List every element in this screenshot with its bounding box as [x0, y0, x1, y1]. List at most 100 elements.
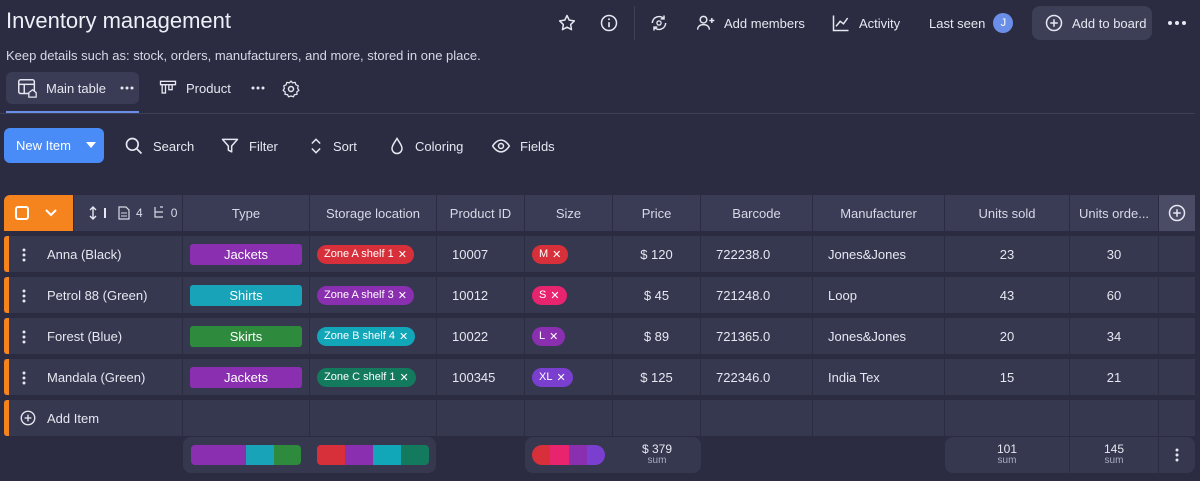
barcode-cell[interactable]: 722238.0: [701, 236, 813, 272]
storage-location-cell[interactable]: Zone B shelf 4 ✕: [310, 318, 437, 354]
add-members-button[interactable]: Add members: [696, 8, 805, 38]
remove-tag-icon[interactable]: ✕: [399, 330, 408, 343]
empty-cell: [310, 400, 437, 436]
table-row[interactable]: Forest (Blue) Skirts Zone B shelf 4 ✕ 100…: [4, 318, 1195, 354]
remove-tag-icon[interactable]: ✕: [556, 371, 565, 384]
units-ordered-cell[interactable]: 34: [1070, 318, 1159, 354]
search-label: Search: [153, 138, 195, 154]
manufacturer-cell[interactable]: India Tex: [813, 359, 945, 395]
item-name[interactable]: Petrol 88 (Green): [47, 277, 183, 313]
page-title: Inventory management: [6, 8, 232, 33]
size-cell[interactable]: L ✕: [525, 318, 613, 354]
units-ordered-cell[interactable]: 60: [1070, 277, 1159, 313]
product-id-cell[interactable]: 100345: [437, 359, 525, 395]
column-header-product-id[interactable]: Product ID: [437, 195, 525, 231]
summary-type-location[interactable]: [183, 437, 436, 473]
remove-tag-icon[interactable]: ✕: [549, 330, 558, 343]
remove-tag-icon[interactable]: ✕: [398, 248, 407, 261]
barcode-cell[interactable]: 722346.0: [701, 359, 813, 395]
storage-location-cell[interactable]: Zone A shelf 1 ✕: [310, 236, 437, 272]
units-sold-cell[interactable]: 15: [945, 359, 1070, 395]
column-header-price[interactable]: Price: [613, 195, 701, 231]
coloring-button[interactable]: Coloring: [388, 135, 463, 157]
size-cell[interactable]: XL ✕: [525, 359, 613, 395]
add-item-row[interactable]: Add Item: [4, 400, 1195, 436]
units-ordered-cell[interactable]: 30: [1070, 236, 1159, 272]
storage-location-cell[interactable]: Zone C shelf 1 ✕: [310, 359, 437, 395]
settings-gear-icon[interactable]: [280, 78, 302, 100]
sum-label: sum: [997, 455, 1017, 466]
price-cell[interactable]: $ 120: [613, 236, 701, 272]
column-header-units-sold[interactable]: Units sold: [945, 195, 1070, 231]
price-cell[interactable]: $ 125: [613, 359, 701, 395]
tab-product[interactable]: Product: [158, 72, 265, 104]
more-options-icon[interactable]: [1166, 12, 1188, 34]
column-header-type[interactable]: Type: [183, 195, 310, 231]
filter-icon: [221, 138, 239, 153]
caret-down-icon: [86, 142, 96, 148]
units-sold-cell[interactable]: 43: [945, 277, 1070, 313]
remove-tag-icon[interactable]: ✕: [552, 248, 561, 261]
empty-cell: [525, 400, 613, 436]
column-header-size[interactable]: Size: [525, 195, 613, 231]
barcode-cell[interactable]: 721365.0: [701, 318, 813, 354]
filter-button[interactable]: Filter: [220, 135, 278, 157]
column-header-manufacturer[interactable]: Manufacturer: [813, 195, 945, 231]
table-row[interactable]: Mandala (Green) Jackets Zone C shelf 1 ✕ …: [4, 359, 1195, 395]
storage-location-cell[interactable]: Zone A shelf 3 ✕: [310, 277, 437, 313]
new-item-button[interactable]: New Item: [4, 128, 104, 163]
tab-main-table[interactable]: Main table: [6, 72, 139, 104]
item-name[interactable]: Anna (Black): [47, 236, 183, 272]
fields-button[interactable]: Fields: [491, 135, 555, 157]
add-to-board-button[interactable]: Add to board: [1032, 6, 1152, 40]
table-row[interactable]: Anna (Black) Jackets Zone A shelf 1 ✕ 100…: [4, 236, 1195, 272]
item-name[interactable]: Mandala (Green): [47, 359, 183, 395]
size-cell[interactable]: S ✕: [525, 277, 613, 313]
units-sold-sum: 101 sum: [945, 437, 1070, 473]
price-cell[interactable]: $ 45: [613, 277, 701, 313]
item-name[interactable]: Forest (Blue): [47, 318, 183, 354]
barcode-cell[interactable]: 721248.0: [701, 277, 813, 313]
add-item-button[interactable]: Add Item: [19, 400, 183, 436]
table-home-icon: [18, 79, 37, 98]
star-icon[interactable]: [556, 12, 578, 34]
size-cell[interactable]: M ✕: [525, 236, 613, 272]
table-row[interactable]: Petrol 88 (Green) Shirts Zone A shelf 3 ✕…: [4, 277, 1195, 313]
remove-tag-icon[interactable]: ✕: [400, 371, 409, 384]
search-button[interactable]: Search: [124, 135, 194, 157]
sort-button[interactable]: Sort: [308, 135, 357, 157]
price-cell[interactable]: $ 89: [613, 318, 701, 354]
summary-units[interactable]: 101 sum 145 sum: [945, 437, 1195, 473]
type-cell[interactable]: Jackets: [183, 359, 310, 395]
units-ordered-cell[interactable]: 21: [1070, 359, 1159, 395]
automation-icon[interactable]: [648, 12, 670, 34]
remove-tag-icon[interactable]: ✕: [398, 289, 407, 302]
manufacturer-cell[interactable]: Jones&Jones: [813, 236, 945, 272]
item-column-header: 4 0: [74, 195, 183, 231]
units-sold-cell[interactable]: 20: [945, 318, 1070, 354]
summary-menu-icon[interactable]: [1175, 448, 1179, 462]
select-all-dropdown[interactable]: [4, 195, 74, 231]
add-column-button[interactable]: [1159, 195, 1195, 231]
info-icon[interactable]: [598, 12, 620, 34]
remove-tag-icon[interactable]: ✕: [550, 289, 559, 302]
product-id-cell[interactable]: 10007: [437, 236, 525, 272]
type-cell[interactable]: Skirts: [183, 318, 310, 354]
product-id-cell[interactable]: 10022: [437, 318, 525, 354]
column-header-barcode[interactable]: Barcode: [701, 195, 813, 231]
column-header-storage-location[interactable]: Storage location: [310, 195, 437, 231]
avatar: J: [993, 13, 1014, 33]
activity-button[interactable]: Activity: [831, 8, 900, 38]
product-id-cell[interactable]: 10012: [437, 277, 525, 313]
summary-size-price[interactable]: $ 379 sum: [525, 437, 701, 473]
person-plus-icon: [696, 15, 715, 30]
last-seen-button[interactable]: Last seen J: [929, 8, 1014, 38]
type-cell[interactable]: Jackets: [183, 236, 310, 272]
row-menu-icon: [22, 371, 26, 385]
manufacturer-cell[interactable]: Loop: [813, 277, 945, 313]
column-header-units-ordered[interactable]: Units orde...: [1070, 195, 1159, 231]
units-sold-cell[interactable]: 23: [945, 236, 1070, 272]
type-cell[interactable]: Shirts: [183, 277, 310, 313]
select-all-checkbox[interactable]: [15, 206, 29, 220]
manufacturer-cell[interactable]: Jones&Jones: [813, 318, 945, 354]
